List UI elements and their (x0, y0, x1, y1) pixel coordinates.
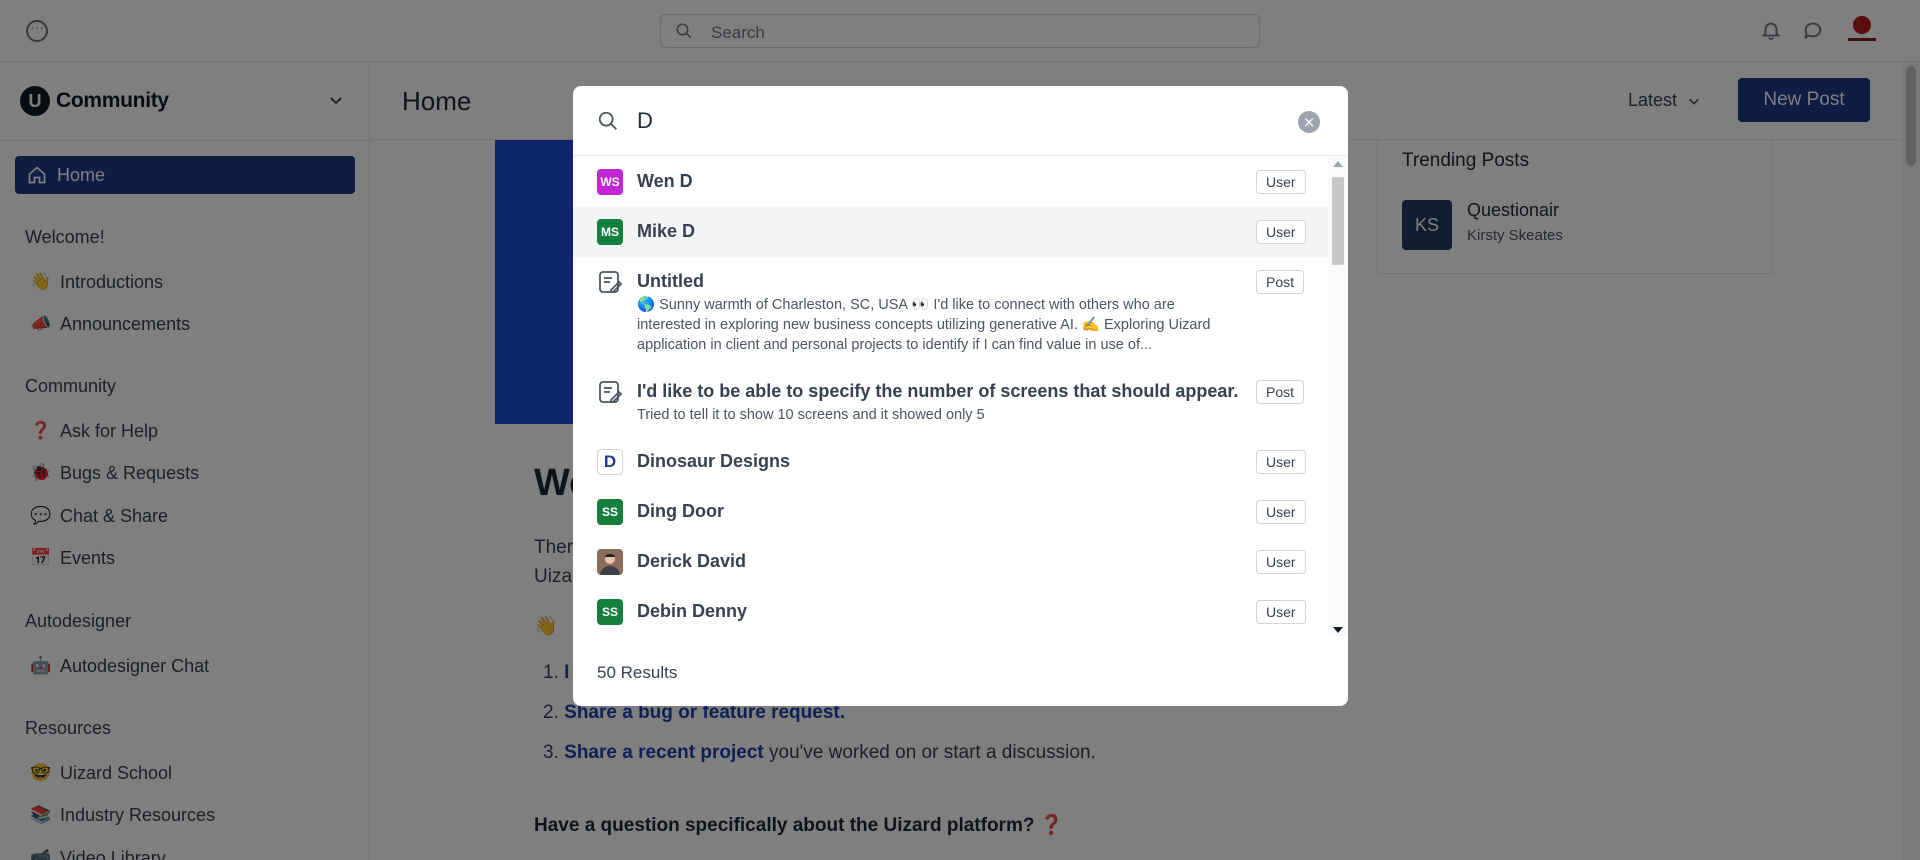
result-name: Untitled (637, 271, 704, 291)
result-name: Dinosaur Designs (637, 451, 791, 471)
result-name: Derick David (637, 551, 747, 571)
search-result-post[interactable]: Untitled 🌎 Sunny warmth of Charleston, S… (573, 257, 1328, 367)
result-type-badge: User (1256, 500, 1306, 524)
search-result-user[interactable]: D Dinosaur Designs User (573, 437, 1328, 487)
user-avatar: SS (597, 499, 623, 525)
results-count: 50 Results (597, 663, 678, 682)
result-type-badge: User (1256, 220, 1306, 244)
search-footer: 50 Results (573, 641, 1348, 706)
search-result-post[interactable]: I'd like to be able to specify the numbe… (573, 367, 1328, 437)
scroll-up-arrow-icon[interactable] (1333, 161, 1343, 167)
user-avatar: WS (597, 169, 623, 195)
search-input[interactable] (637, 104, 1237, 138)
result-type-badge: User (1256, 450, 1306, 474)
result-name: Debin Denny (637, 601, 748, 621)
search-header: × (573, 86, 1348, 156)
result-type-badge: User (1256, 600, 1306, 624)
result-type-badge: User (1256, 170, 1306, 194)
result-name: I'd like to be able to specify the numbe… (637, 381, 1239, 401)
post-icon (599, 271, 623, 293)
result-type-badge: Post (1256, 270, 1305, 294)
user-avatar: SS (597, 599, 623, 625)
search-icon (598, 111, 617, 130)
result-name: Ding Door (637, 501, 724, 521)
results-scrollbar[interactable] (1328, 157, 1348, 637)
search-result-user[interactable]: SS Ding Door User (573, 487, 1328, 537)
dinosaur-designs-logo: D (597, 449, 623, 475)
scroll-down-arrow-icon[interactable] (1333, 627, 1343, 633)
result-type-badge: User (1256, 550, 1306, 574)
result-snippet: Tried to tell it to show 10 screens and … (637, 407, 985, 423)
result-snippet: 🌎 Sunny warmth of Charleston, SC, USA 👀 … (637, 297, 1211, 353)
result-name: Wen D (637, 171, 693, 191)
scrollbar-thumb[interactable] (1332, 177, 1344, 265)
search-result-user[interactable]: SS Debin Denny User (573, 587, 1328, 637)
user-photo-avatar (597, 549, 623, 575)
search-results-list: WS Wen D User MS Mike D User Untitled 🌎 … (573, 157, 1348, 637)
clear-search-icon[interactable]: × (1298, 111, 1320, 133)
search-result-user[interactable]: MS Mike D User (573, 207, 1328, 257)
search-result-user[interactable]: Derick David User (573, 537, 1328, 587)
user-avatar: MS (597, 219, 623, 245)
post-icon (599, 381, 623, 403)
search-result-user[interactable]: WS Wen D User (573, 157, 1328, 207)
result-name: Mike D (637, 221, 696, 241)
search-modal: × WS Wen D User MS Mike D User Untitled … (573, 86, 1348, 706)
result-type-badge: Post (1256, 380, 1305, 404)
